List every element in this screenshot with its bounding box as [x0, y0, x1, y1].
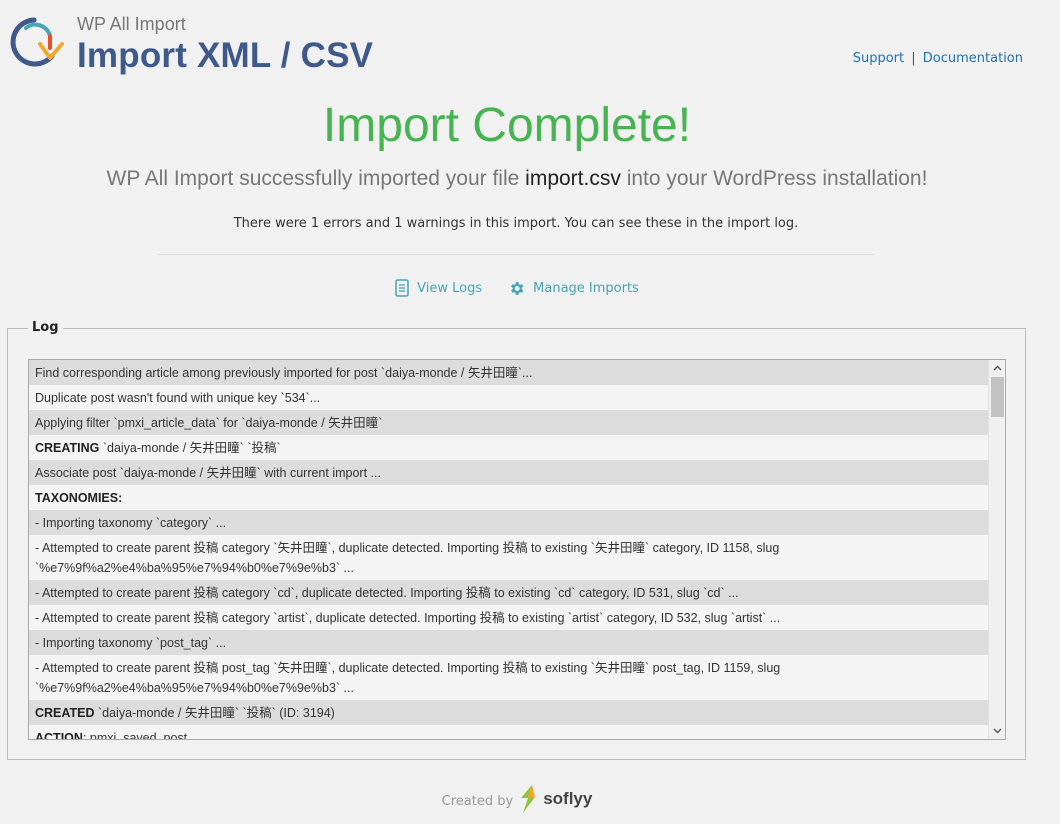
manage-imports-button[interactable]: Manage Imports: [508, 279, 639, 297]
log-line: - Attempted to create parent 投稿 category…: [29, 535, 988, 580]
log-line-text: - Attempted to create parent 投稿 category…: [35, 611, 781, 625]
log-line-text: Applying filter `pmxi_article_data` for …: [35, 416, 383, 430]
divider: [158, 254, 874, 255]
log-panel: Log Find corresponding article among pre…: [7, 320, 1026, 760]
soflyy-brand: soflyy: [543, 789, 593, 808]
log-line-keyword: ACTION: [35, 731, 83, 740]
log-line-text: - Importing taxonomy `post_tag` ...: [35, 636, 227, 650]
log-line-text: `daiya-monde / 矢井田瞳` `投稿`: [99, 441, 281, 455]
scroll-down-button[interactable]: [989, 723, 1005, 739]
chevron-down-icon: [993, 728, 1002, 734]
link-separator: |: [911, 51, 916, 66]
scroll-thumb[interactable]: [991, 377, 1004, 417]
log-line: - Importing taxonomy `post_tag` ...: [29, 630, 988, 655]
log-line: TAXONOMIES:: [29, 485, 988, 510]
log-line-text: - Attempted to create parent 投稿 post_tag…: [35, 661, 781, 695]
documentation-link[interactable]: Documentation: [923, 51, 1023, 66]
view-logs-label: View Logs: [417, 280, 483, 296]
log-line: ACTION: pmxi_saved_post: [29, 725, 988, 740]
document-icon: [395, 279, 409, 297]
log-line-text: - Attempted to create parent 投稿 category…: [35, 586, 739, 600]
manage-imports-label: Manage Imports: [533, 280, 639, 296]
import-complete-title: Import Complete!: [322, 99, 692, 152]
log-scrollbar[interactable]: [988, 360, 1005, 739]
page-title: Import XML / CSV: [77, 36, 374, 75]
log-line: CREATED `daiya-monde / 矢井田瞳` `投稿` (ID: 3…: [29, 700, 988, 725]
log-line: - Attempted to create parent 投稿 category…: [29, 605, 988, 630]
errors-warnings-notice: There were 1 errors and 1 warnings in th…: [233, 216, 799, 231]
log-line-text: : pmxi_saved_post: [82, 731, 188, 740]
log-line-keyword: CREATING: [35, 441, 100, 455]
log-line-text: Duplicate post wasn't found with unique …: [35, 391, 321, 405]
brand-name: WP All Import: [77, 14, 186, 34]
footer: Created by soflyy: [0, 784, 1034, 814]
action-links: View Logs Manage Imports: [0, 279, 1034, 297]
log-line-keyword: TAXONOMIES:: [35, 491, 123, 505]
log-line: - Importing taxonomy `category` ...: [29, 510, 988, 535]
log-line-keyword: CREATED: [35, 706, 95, 720]
soflyy-logo-icon: [521, 785, 536, 813]
subtitle-suffix: into your WordPress installation!: [626, 167, 928, 190]
log-list: Find corresponding article among previou…: [29, 360, 988, 740]
wp-all-import-logo-icon: [10, 17, 64, 67]
top-links: Support | Documentation: [853, 51, 1023, 66]
log-line-text: Find corresponding article among previou…: [35, 366, 533, 380]
log-box[interactable]: Find corresponding article among previou…: [28, 359, 1006, 740]
subtitle-prefix: WP All Import successfully imported your…: [106, 167, 520, 190]
created-by-label: Created by: [441, 793, 514, 809]
log-line-text: - Attempted to create parent 投稿 category…: [35, 541, 780, 575]
log-line: Applying filter `pmxi_article_data` for …: [29, 410, 988, 435]
log-legend: Log: [28, 320, 63, 335]
gear-icon: [511, 281, 524, 295]
log-line: Duplicate post wasn't found with unique …: [29, 385, 988, 410]
import-complete-subtitle: WP All Import successfully imported your…: [0, 167, 1034, 191]
log-line: - Attempted to create parent 投稿 category…: [29, 580, 988, 605]
log-line: Find corresponding article among previou…: [29, 360, 988, 385]
log-line-text: Associate post `daiya-monde / 矢井田瞳` with…: [35, 466, 381, 480]
imported-file-name: import.csv: [525, 167, 621, 190]
support-link[interactable]: Support: [853, 51, 904, 66]
log-line: Associate post `daiya-monde / 矢井田瞳` with…: [29, 460, 988, 485]
log-line: CREATING `daiya-monde / 矢井田瞳` `投稿`: [29, 435, 988, 460]
scroll-up-button[interactable]: [989, 360, 1005, 376]
page-header: WP All Import Import XML / CSV Support |…: [0, 0, 1060, 90]
log-line-text: - Importing taxonomy `category` ...: [35, 516, 227, 530]
view-logs-button[interactable]: View Logs: [395, 279, 482, 297]
log-line-text: `daiya-monde / 矢井田瞳` `投稿` (ID: 3194): [94, 706, 335, 720]
log-line: - Attempted to create parent 投稿 post_tag…: [29, 655, 988, 700]
chevron-up-icon: [993, 365, 1002, 371]
